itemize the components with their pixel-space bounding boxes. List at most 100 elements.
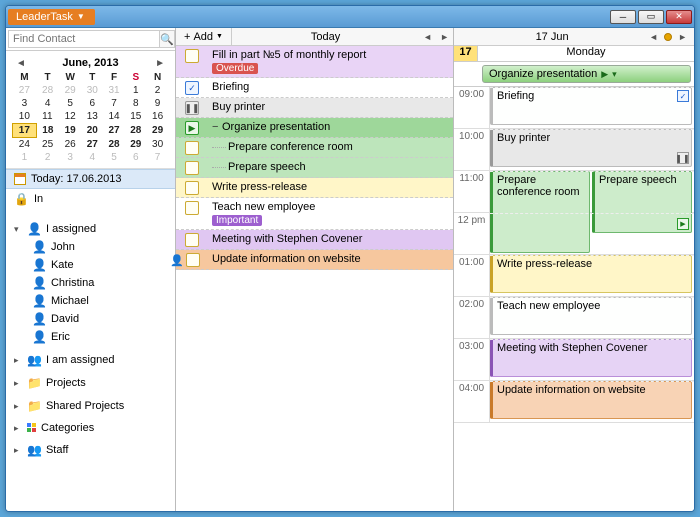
calendar-day[interactable]: 5 (103, 151, 125, 164)
contact-item[interactable]: 👤David (10, 310, 171, 328)
calendar-day[interactable]: 27 (13, 84, 37, 97)
calendar-day[interactable]: 26 (59, 138, 81, 152)
task-checkbox[interactable] (185, 49, 199, 63)
hour-row[interactable]: 11:00 (454, 171, 694, 213)
tree-staff[interactable]: ▸ 👥 Staff (10, 441, 171, 459)
calendar-day[interactable]: 1 (125, 84, 147, 97)
task-checkbox[interactable] (186, 253, 200, 267)
contact-item[interactable]: 👤Eric (10, 328, 171, 346)
hour-row[interactable]: 02:00 (454, 297, 694, 339)
task-checkbox[interactable] (185, 181, 199, 195)
hour-row[interactable]: 09:00Briefing✓Buy printer❚❚Prepare confe… (454, 87, 694, 129)
task-checkbox[interactable]: ✓ (185, 81, 199, 95)
tree-shared-projects[interactable]: ▸ 📁 Shared Projects (10, 397, 171, 415)
contact-item[interactable]: 👤Kate (10, 256, 171, 274)
collapse-icon[interactable]: ▾ (14, 224, 23, 235)
calendar-day[interactable]: 17 (13, 124, 37, 138)
tree-projects[interactable]: ▸ 📁 Projects (10, 374, 171, 392)
calendar-day[interactable]: 28 (125, 124, 147, 138)
calendar-day[interactable]: 16 (147, 110, 169, 124)
add-button[interactable]: + Add ▼ (176, 28, 232, 45)
task-expand[interactable]: − (212, 121, 222, 133)
cal-next-button[interactable]: ► (675, 32, 690, 42)
calendar-day[interactable]: 19 (59, 124, 81, 138)
calendar-day[interactable]: 9 (147, 97, 169, 110)
calendar-day[interactable]: 11 (36, 110, 59, 124)
calendar-day[interactable]: 20 (81, 124, 103, 138)
search-input[interactable] (8, 30, 160, 48)
all-day-event[interactable]: Organize presentation ▶ ▾ (482, 65, 691, 83)
inbox-link[interactable]: 🔒 In (6, 189, 175, 209)
search-icon[interactable]: 🔍 (160, 30, 175, 48)
contact-item[interactable]: 👤Christina (10, 274, 171, 292)
calendar-day[interactable]: 7 (147, 151, 169, 164)
app-menu-button[interactable]: LeaderTask ▼ (8, 9, 95, 25)
calendar-day[interactable]: 15 (125, 110, 147, 124)
calendar-day[interactable]: 2 (147, 84, 169, 97)
calendar-day[interactable]: 27 (103, 124, 125, 138)
calendar-day[interactable]: 2 (36, 151, 59, 164)
tree-i-am-assigned[interactable]: ▸ 👥 I am assigned (10, 351, 171, 369)
next-day-button[interactable]: ► (436, 32, 453, 42)
task-row[interactable]: ▶−Organize presentation (176, 118, 453, 138)
cal-today-dot[interactable] (664, 33, 672, 41)
task-checkbox[interactable] (185, 161, 199, 175)
calendar-day[interactable]: 5 (59, 97, 81, 110)
task-row[interactable]: Meeting with Stephen Covener (176, 230, 453, 250)
time-grid[interactable]: 09:00Briefing✓Buy printer❚❚Prepare confe… (454, 87, 694, 511)
cal-prev-button[interactable]: ◄ (646, 32, 661, 42)
calendar-day[interactable]: 8 (125, 97, 147, 110)
task-row[interactable]: Teach new employeeImportant (176, 198, 453, 230)
task-checkbox[interactable] (185, 201, 199, 215)
calendar-day[interactable]: 28 (103, 138, 125, 152)
task-checkbox[interactable] (185, 233, 199, 247)
calendar-day[interactable]: 4 (81, 151, 103, 164)
calendar-day[interactable]: 6 (125, 151, 147, 164)
event-check-icon[interactable]: ✓ (677, 90, 689, 102)
next-month-button[interactable]: ► (155, 58, 165, 69)
task-row[interactable]: Prepare speech (176, 158, 453, 178)
contact-item[interactable]: 👤John (10, 238, 171, 256)
calendar-day[interactable]: 25 (36, 138, 59, 152)
close-button[interactable]: ✕ (666, 10, 692, 24)
calendar-event[interactable]: Briefing✓ (490, 87, 692, 125)
calendar-day[interactable]: 31 (103, 84, 125, 97)
task-row[interactable]: 👤Update information on website (176, 250, 453, 270)
task-row[interactable]: Fill in part №5 of monthly reportOverdue (176, 46, 453, 78)
expand-icon[interactable]: ▸ (14, 378, 23, 389)
calendar-day[interactable]: 10 (13, 110, 37, 124)
expand-icon[interactable]: ▸ (14, 355, 23, 366)
calendar-day[interactable]: 7 (103, 97, 125, 110)
calendar-day[interactable]: 29 (125, 138, 147, 152)
calendar-day[interactable]: 27 (81, 138, 103, 152)
hour-row[interactable]: 12 pm (454, 213, 694, 255)
calendar-day[interactable]: 29 (147, 124, 169, 138)
prev-day-button[interactable]: ◄ (419, 32, 436, 42)
expand-icon[interactable]: ▸ (14, 423, 23, 434)
task-checkbox[interactable]: ▶ (185, 121, 199, 135)
task-checkbox[interactable] (185, 141, 199, 155)
today-link[interactable]: Today: 17.06.2013 (6, 169, 175, 189)
expand-icon[interactable]: ▸ (14, 401, 23, 412)
calendar-day[interactable]: 4 (36, 97, 59, 110)
maximize-button[interactable]: ▭ (638, 10, 664, 24)
calendar-day[interactable]: 28 (36, 84, 59, 97)
hour-row[interactable]: 01:00 (454, 255, 694, 297)
calendar-day[interactable]: 30 (81, 84, 103, 97)
minimize-button[interactable]: ─ (610, 10, 636, 24)
calendar-day[interactable]: 14 (103, 110, 125, 124)
contact-item[interactable]: 👤Michael (10, 292, 171, 310)
calendar-day[interactable]: 29 (59, 84, 81, 97)
calendar-day[interactable]: 6 (81, 97, 103, 110)
task-row[interactable]: ❚❚Buy printer (176, 98, 453, 118)
hour-row[interactable]: 10:00 (454, 129, 694, 171)
task-row[interactable]: Write press-release (176, 178, 453, 198)
calendar-day[interactable]: 1 (13, 151, 37, 164)
tree-categories[interactable]: ▸ Categories (10, 420, 171, 436)
hour-row[interactable]: 04:00 (454, 381, 694, 423)
calendar-day[interactable]: 12 (59, 110, 81, 124)
tree-i-assigned[interactable]: ▾ 👤 I assigned (10, 220, 171, 238)
calendar-day[interactable]: 24 (13, 138, 37, 152)
calendar-day[interactable]: 18 (36, 124, 59, 138)
calendar-day[interactable]: 3 (59, 151, 81, 164)
